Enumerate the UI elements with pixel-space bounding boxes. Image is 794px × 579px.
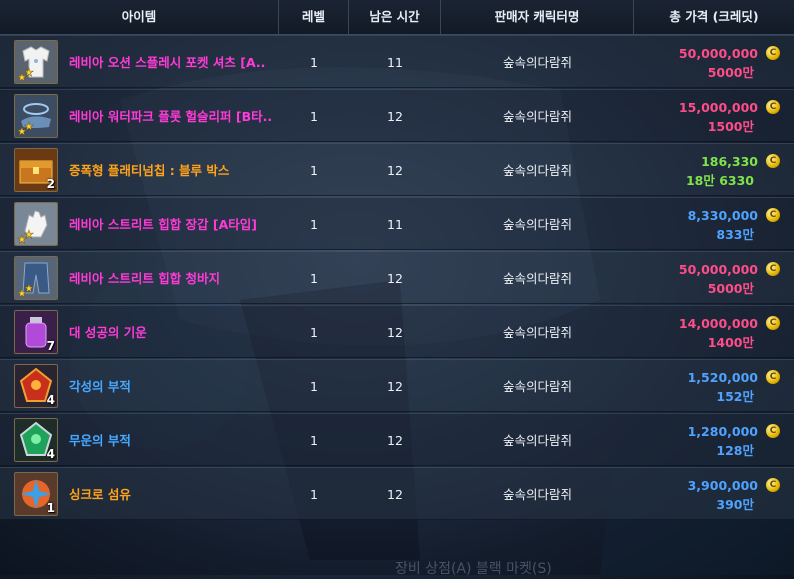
footer-tabs: 장비 상점(A) 블랙 마켓(S): [395, 561, 552, 577]
item-level: 1: [310, 379, 318, 394]
price-short: 5000만: [707, 281, 754, 296]
svg-text:★: ★: [24, 228, 34, 241]
seller-name: 숲속의다람쥐: [502, 433, 572, 448]
price-value: 3,900,000: [687, 478, 758, 493]
remaining-time: 11: [387, 217, 403, 232]
glove-icon[interactable]: ★ ★: [14, 202, 58, 246]
item-name[interactable]: 레비아 워터파크 플롯 헐슬리퍼 [B타..: [69, 90, 272, 143]
table-row[interactable]: 4 각성의 부적 1 12 숲속의다람쥐 1,520,000 152만 C: [0, 359, 794, 412]
table-row[interactable]: ★ ★ 레비아 스트리트 힙합 청바지 1 12 숲속의다람쥐 50,000,00…: [0, 251, 794, 304]
slipper-icon[interactable]: ★ ★: [14, 94, 58, 138]
credit-coin-icon: C: [766, 208, 780, 222]
seller-name: 숲속의다람쥐: [502, 271, 572, 286]
item-quantity: 4: [46, 393, 55, 407]
remaining-time: 12: [387, 163, 403, 178]
price-value: 1,520,000: [687, 370, 758, 385]
remaining-time: 12: [387, 487, 403, 502]
red-amulet-icon[interactable]: 4: [14, 364, 58, 408]
price-short: 128만: [716, 443, 754, 458]
box-icon[interactable]: 2: [14, 148, 58, 192]
item-name[interactable]: 레비아 오션 스플레시 포켓 셔츠 [A..: [69, 36, 265, 89]
credit-coin-icon: C: [766, 316, 780, 330]
remaining-time: 12: [387, 271, 403, 286]
column-header-level[interactable]: 레벨: [279, 0, 349, 34]
column-header-item[interactable]: 아이템: [0, 0, 279, 34]
item-quantity: 1: [46, 501, 55, 515]
price-value: 8,330,000: [687, 208, 758, 223]
credit-coin-icon: C: [766, 154, 780, 168]
seller-name: 숲속의다람쥐: [502, 163, 572, 178]
green-amulet-icon[interactable]: 4: [14, 418, 58, 462]
item-level: 1: [310, 109, 318, 124]
column-header-time[interactable]: 남은 시간: [349, 0, 441, 34]
table-row[interactable]: 4 무운의 부적 1 12 숲속의다람쥐 1,280,000 128만 C: [0, 413, 794, 466]
potion-icon[interactable]: 7: [14, 310, 58, 354]
item-quantity: 7: [46, 339, 55, 353]
column-header-price[interactable]: 총 가격 (크레딧): [634, 0, 794, 34]
price-short: 152만: [716, 389, 754, 404]
item-name[interactable]: 싱크로 섬유: [69, 468, 131, 521]
seller-name: 숲속의다람쥐: [502, 109, 572, 124]
item-name[interactable]: 레비아 스트리트 힙합 장갑 [A타입]: [69, 198, 257, 251]
fiber-icon[interactable]: 1: [14, 472, 58, 516]
svg-text:★: ★: [24, 66, 34, 79]
price-short: 1400만: [707, 335, 754, 350]
seller-name: 숲속의다람쥐: [502, 379, 572, 394]
credit-coin-icon: C: [766, 370, 780, 384]
item-name[interactable]: 무운의 부적: [69, 414, 131, 467]
item-name[interactable]: 각성의 부적: [69, 360, 131, 413]
item-level: 1: [310, 487, 318, 502]
item-level: 1: [310, 433, 318, 448]
seller-name: 숲속의다람쥐: [502, 55, 572, 70]
price-short: 833만: [716, 227, 754, 242]
shirt-icon[interactable]: ★ ★: [14, 40, 58, 84]
table-row[interactable]: ★ ★ 레비아 오션 스플레시 포켓 셔츠 [A.. 1 11 숲속의다람쥐 50…: [0, 35, 794, 88]
credit-coin-icon: C: [766, 478, 780, 492]
credit-coin-icon: C: [766, 424, 780, 438]
column-header-seller[interactable]: 판매자 캐릭터명: [441, 0, 634, 34]
item-quantity: 2: [46, 177, 55, 191]
credit-coin-icon: C: [766, 100, 780, 114]
item-level: 1: [310, 325, 318, 340]
listing-table: ★ ★ 레비아 오션 스플레시 포켓 셔츠 [A.. 1 11 숲속의다람쥐 50…: [0, 35, 794, 521]
price-value: 186,330: [701, 154, 758, 169]
item-name[interactable]: 레비아 스트리트 힙합 청바지: [69, 252, 220, 305]
credit-coin-icon: C: [766, 46, 780, 60]
price-value: 50,000,000: [678, 262, 758, 277]
price-short: 1500만: [707, 119, 754, 134]
item-quantity: 4: [46, 447, 55, 461]
item-level: 1: [310, 271, 318, 286]
item-level: 1: [310, 55, 318, 70]
remaining-time: 12: [387, 325, 403, 340]
item-name[interactable]: 대 성공의 기운: [69, 306, 147, 359]
table-row[interactable]: 7 대 성공의 기운 1 12 숲속의다람쥐 14,000,000 1400만 …: [0, 305, 794, 358]
svg-text:★: ★: [24, 282, 34, 295]
jeans-icon[interactable]: ★ ★: [14, 256, 58, 300]
item-name[interactable]: 증폭형 플래티넘칩 : 블루 박스: [69, 144, 229, 197]
seller-name: 숲속의다람쥐: [502, 487, 572, 502]
remaining-time: 12: [387, 109, 403, 124]
remaining-time: 12: [387, 433, 403, 448]
table-row[interactable]: ★ ★ 레비아 스트리트 힙합 장갑 [A타입] 1 11 숲속의다람쥐 8,33…: [0, 197, 794, 250]
price-short: 5000만: [707, 65, 754, 80]
price-value: 14,000,000: [678, 316, 758, 331]
seller-name: 숲속의다람쥐: [502, 325, 572, 340]
table-row[interactable]: 2 증폭형 플래티넘칩 : 블루 박스 1 12 숲속의다람쥐 186,330 …: [0, 143, 794, 196]
table-row[interactable]: 1 싱크로 섬유 1 12 숲속의다람쥐 3,900,000 390만 C: [0, 467, 794, 520]
svg-text:★: ★: [24, 120, 34, 133]
price-short: 18만 6330: [685, 173, 754, 188]
price-value: 50,000,000: [678, 46, 758, 61]
table-header: 아이템 레벨 남은 시간 판매자 캐릭터명 총 가격 (크레딧): [0, 0, 794, 35]
price-short: 390만: [716, 497, 754, 512]
seller-name: 숲속의다람쥐: [502, 217, 572, 232]
item-level: 1: [310, 163, 318, 178]
price-value: 1,280,000: [687, 424, 758, 439]
remaining-time: 12: [387, 379, 403, 394]
remaining-time: 11: [387, 55, 403, 70]
price-value: 15,000,000: [678, 100, 758, 115]
table-row[interactable]: ★ ★ 레비아 워터파크 플롯 헐슬리퍼 [B타.. 1 12 숲속의다람쥐 15…: [0, 89, 794, 142]
item-level: 1: [310, 217, 318, 232]
credit-coin-icon: C: [766, 262, 780, 276]
